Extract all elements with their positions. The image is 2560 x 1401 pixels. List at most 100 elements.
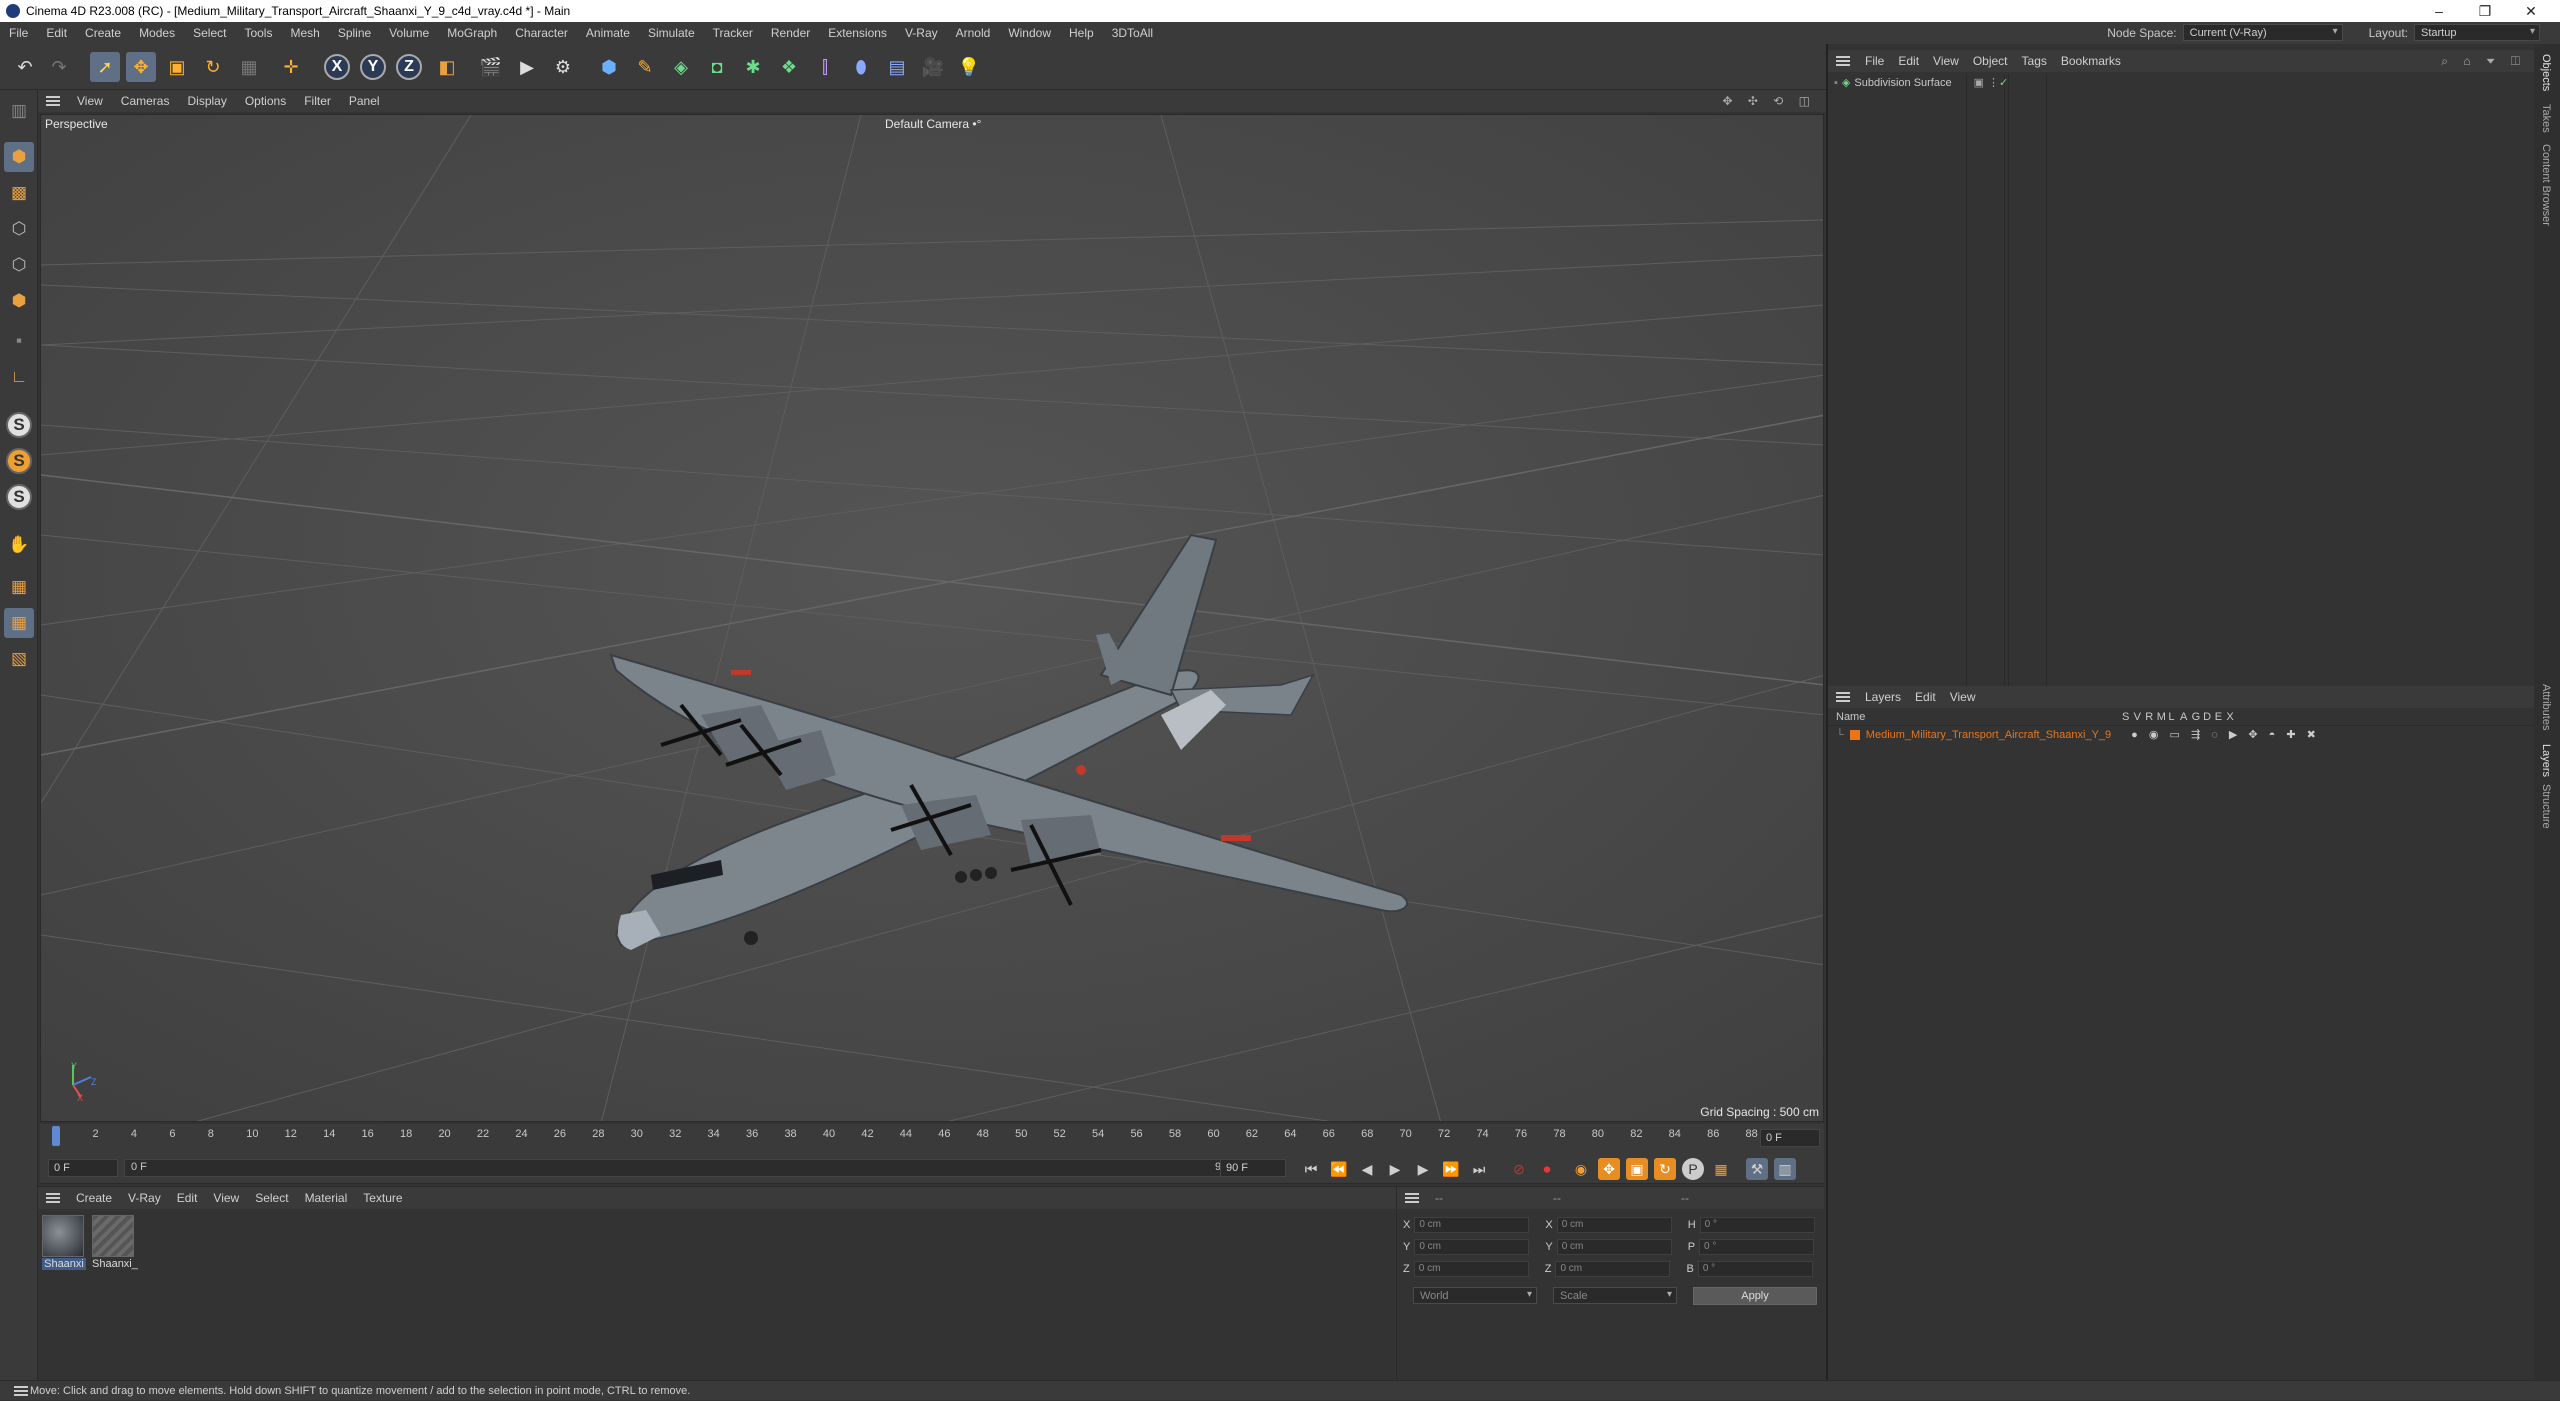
planar-workplane-icon[interactable]: ▧ [4, 644, 34, 674]
make-editable-icon[interactable]: ▥ [4, 96, 34, 126]
apply-button[interactable]: Apply [1693, 1287, 1817, 1305]
objects-menu-view[interactable]: View [1926, 54, 1966, 68]
floor-icon[interactable]: ▤ [882, 52, 912, 82]
enabled-check-icon[interactable]: ⋮✓ [1988, 76, 2008, 89]
minimize-button[interactable]: – [2416, 0, 2462, 22]
layer-flag-header[interactable]: V [2134, 711, 2146, 723]
coord-transform-dropdown[interactable]: Scale [1553, 1287, 1677, 1304]
light-icon[interactable]: 💡 [954, 52, 984, 82]
coord-rot-b-input[interactable]: 0 ° [1697, 1261, 1813, 1277]
end-frame-field[interactable]: 90 F [1220, 1159, 1286, 1177]
z-axis-lock-icon[interactable]: Z [394, 52, 424, 82]
viewport-menu-icon[interactable] [46, 96, 60, 106]
material-menu-edit[interactable]: Edit [169, 1191, 206, 1205]
key-parameter-icon[interactable]: P [1682, 1158, 1704, 1180]
viewport-nav-icons[interactable]: ✥ ✣ ⟲ ◫ [1722, 94, 1816, 108]
tab-attributes[interactable]: Attributes [2540, 684, 2552, 730]
layer-row[interactable]: └ Medium_Military_Transport_Aircraft_Sha… [1836, 728, 2320, 742]
render-settings-icon[interactable]: ⚙ [548, 52, 578, 82]
material-menu-view[interactable]: View [205, 1191, 247, 1205]
key-rotation-icon[interactable]: ↻ [1654, 1158, 1676, 1180]
edges-mode-icon[interactable]: ⬡ [4, 250, 34, 280]
menu-tracker[interactable]: Tracker [704, 26, 762, 40]
texture-mode-icon[interactable]: ▩ [4, 178, 34, 208]
record-keys-icon[interactable]: ⊘ [1508, 1158, 1530, 1180]
preview-range-slider[interactable]: 0 F 90 F [124, 1159, 1244, 1177]
layer-color-swatch[interactable] [1849, 729, 1860, 740]
material-menu-vray[interactable]: V-Ray [120, 1191, 169, 1205]
redo-icon[interactable]: ↷ [44, 52, 74, 82]
last-tool-icon[interactable]: ▦ [234, 52, 264, 82]
coord-rot-p-input[interactable]: 0 ° [1699, 1239, 1815, 1255]
layer-flag-header[interactable]: D [2203, 711, 2215, 723]
coord-size-x-input[interactable]: 0 cm [1556, 1217, 1672, 1233]
render-region-icon[interactable]: 🎬 [476, 52, 506, 82]
extrude-generator-icon[interactable]: ◘ [702, 52, 732, 82]
coord-mode-dropdown[interactable]: World [1413, 1287, 1537, 1304]
menu-arnold[interactable]: Arnold [947, 26, 1000, 40]
material-swatch[interactable]: Shaanxi_ [92, 1215, 138, 1270]
coord-pos-z-input[interactable]: 0 cm [1413, 1261, 1529, 1277]
coord-rot-h-input[interactable]: 0 ° [1699, 1217, 1815, 1233]
live-selection-icon[interactable]: ➚ [90, 52, 120, 82]
objects-search-icon[interactable]: ⌕ ⌂ ⏷ ◫ [2441, 54, 2526, 69]
menu-vray[interactable]: V-Ray [896, 26, 947, 40]
layer-flag-header[interactable]: M [2157, 711, 2169, 723]
menu-spline[interactable]: Spline [329, 26, 380, 40]
menu-help[interactable]: Help [1060, 26, 1103, 40]
menu-file[interactable]: File [0, 26, 37, 40]
x-axis-lock-icon[interactable]: X [322, 52, 352, 82]
objects-menu-bookmarks[interactable]: Bookmarks [2054, 54, 2128, 68]
previous-key-icon[interactable]: ⏪ [1328, 1158, 1350, 1180]
polygons-mode-icon[interactable]: ⬢ [4, 286, 34, 316]
tab-structure[interactable]: Structure [2540, 784, 2552, 829]
viewport-menu-cameras[interactable]: Cameras [112, 94, 179, 108]
cube-object-icon[interactable]: ⬢ [594, 52, 624, 82]
tab-objects[interactable]: Objects [2540, 54, 2552, 91]
axis-mode-icon[interactable]: ∟ [4, 362, 34, 392]
play-icon[interactable]: ▶ [1384, 1158, 1406, 1180]
layers-menu-edit[interactable]: Edit [1908, 690, 1943, 704]
layer-flag-header[interactable]: X [2226, 711, 2238, 723]
viewport-menu-filter[interactable]: Filter [295, 94, 340, 108]
material-menu-material[interactable]: Material [297, 1191, 356, 1205]
layer-flag-header[interactable]: G [2192, 711, 2204, 723]
snap-settings-icon[interactable]: S [6, 448, 32, 474]
menu-modes[interactable]: Modes [130, 26, 184, 40]
layer-flag-header[interactable]: S [2122, 711, 2134, 723]
tweak-mode-icon[interactable]: ✋ [4, 530, 34, 560]
subdivision-generator-icon[interactable]: ◈ [666, 52, 696, 82]
menu-3dtoall[interactable]: 3DToAll [1103, 26, 1162, 40]
snap-icon[interactable]: S [6, 412, 32, 438]
menu-character[interactable]: Character [506, 26, 577, 40]
object-row-subdivision-surface[interactable]: ▪ ◈ Subdivision Surface ▣ ⋮✓ [1834, 76, 2008, 90]
timeline-playhead[interactable] [52, 1126, 60, 1146]
cloner-icon[interactable]: ❖ [774, 52, 804, 82]
field-icon[interactable]: ⬮ [846, 52, 876, 82]
objects-menu-file[interactable]: File [1858, 54, 1891, 68]
start-frame-field[interactable]: 0 F [48, 1159, 118, 1177]
go-to-end-icon[interactable]: ⏭ [1468, 1158, 1490, 1180]
material-menu-icon[interactable] [46, 1193, 60, 1203]
node-space-dropdown[interactable]: Current (V-Ray) [2182, 24, 2343, 41]
layout-dropdown[interactable]: Startup [2414, 24, 2540, 41]
material-swatch[interactable]: Shaanxi [42, 1215, 86, 1270]
expand-icon[interactable]: ▪ [1834, 77, 1838, 89]
layer-flag-header[interactable]: L [2168, 711, 2180, 723]
points-mode-icon[interactable]: ⬡ [4, 214, 34, 244]
transform-tool-icon[interactable]: ✛ [276, 52, 306, 82]
layers-menu-view[interactable]: View [1943, 690, 1983, 704]
objects-menu-tags[interactable]: Tags [2015, 54, 2054, 68]
menu-mograph[interactable]: MoGraph [438, 26, 506, 40]
viewport-menu-options[interactable]: Options [236, 94, 295, 108]
move-tool-icon[interactable]: ✥ [126, 52, 156, 82]
menu-create[interactable]: Create [76, 26, 130, 40]
previous-frame-icon[interactable]: ◀ [1356, 1158, 1378, 1180]
array-icon[interactable]: ✱ [738, 52, 768, 82]
tab-takes[interactable]: Takes [2540, 104, 2552, 133]
material-menu-select[interactable]: Select [247, 1191, 296, 1205]
layer-flag-icons[interactable]: ● ◉ ▭ ⇶ ◌ ▶ ✥ ◓ ✚ ✖ [2131, 728, 2320, 741]
viewport-menu-view[interactable]: View [68, 94, 112, 108]
workplane-snap-icon[interactable]: S [6, 484, 32, 510]
viewport-menu-panel[interactable]: Panel [340, 94, 389, 108]
